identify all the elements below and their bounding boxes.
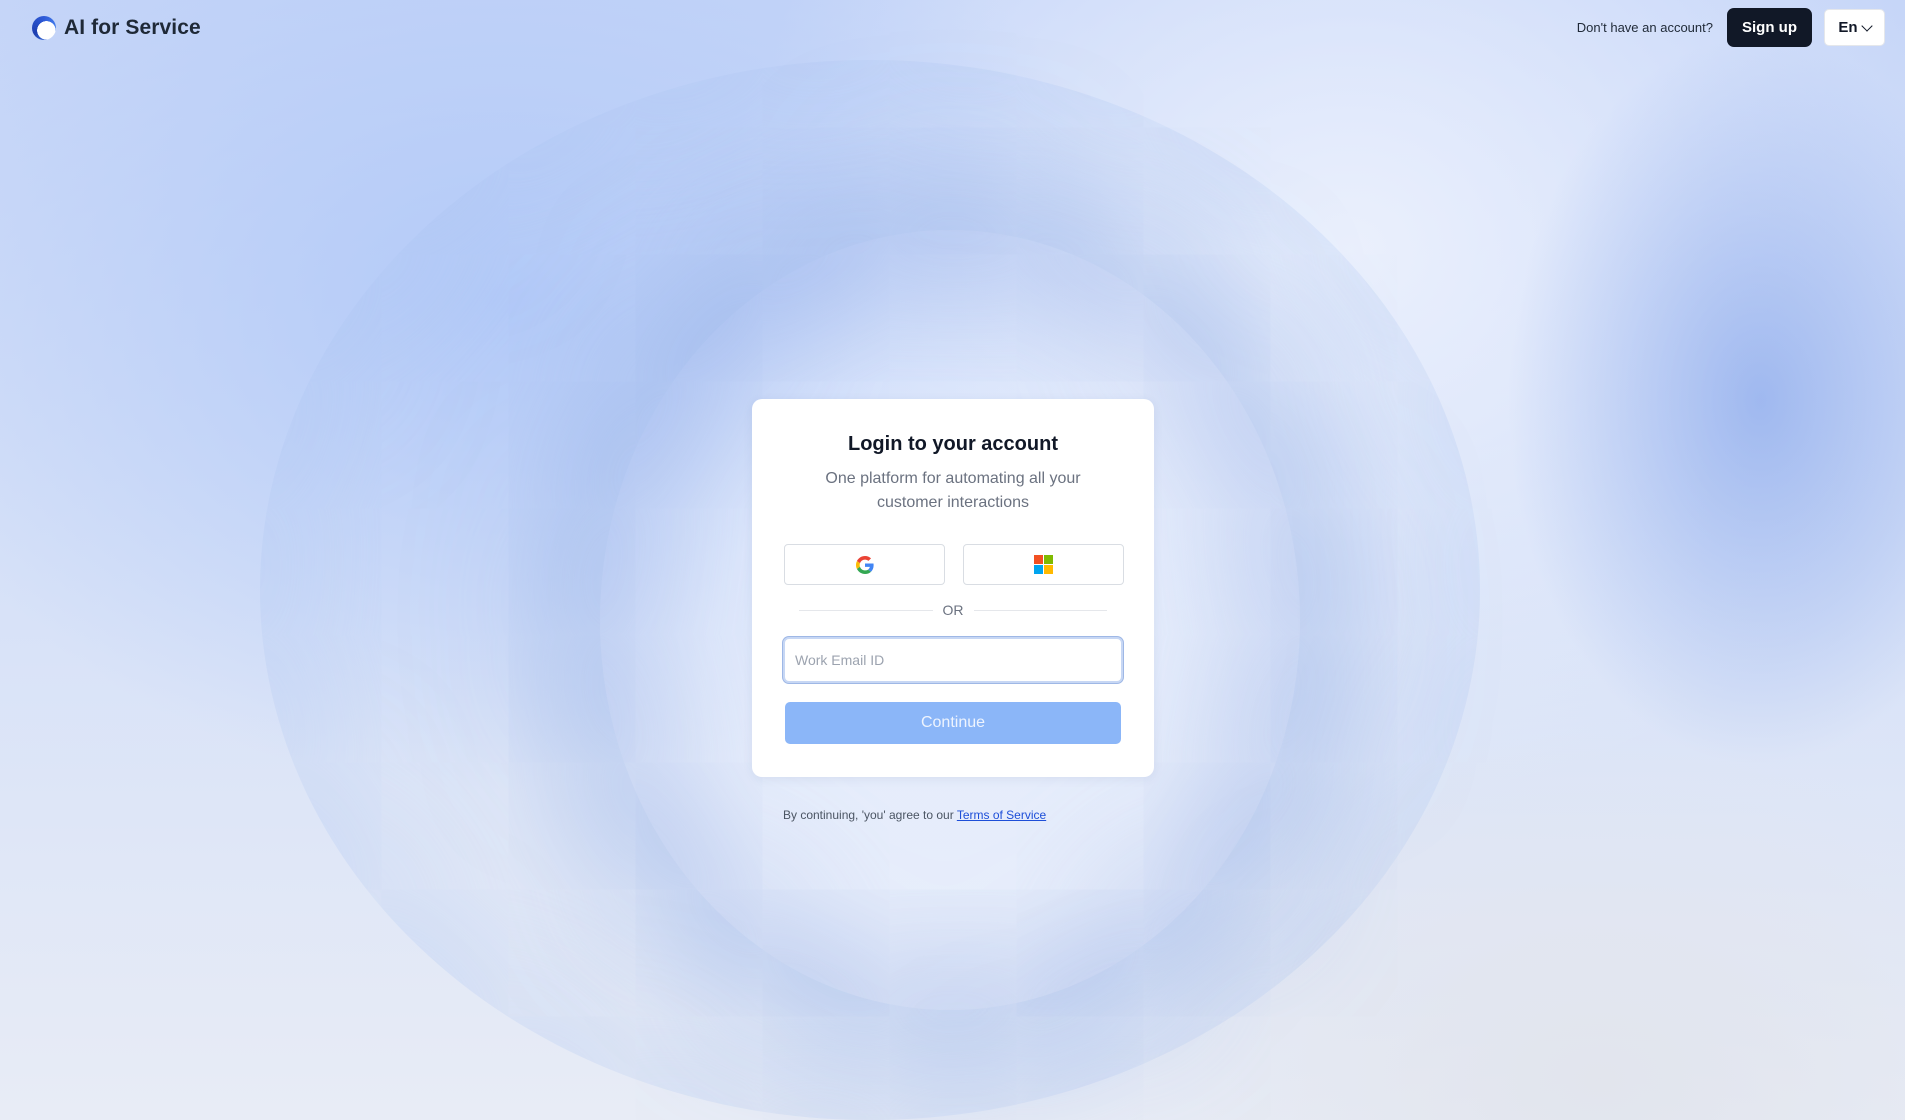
google-icon xyxy=(855,555,874,574)
divider-line-right xyxy=(973,609,1107,611)
or-divider: OR xyxy=(799,602,1107,618)
brand-name: AI for Service xyxy=(64,16,201,39)
continue-button[interactable]: Continue xyxy=(785,702,1121,744)
top-header: AI for Service Don't have an account? Si… xyxy=(0,0,1905,56)
brand-logo[interactable]: AI for Service xyxy=(32,16,201,40)
signup-button[interactable]: Sign up xyxy=(1727,8,1812,47)
terms-prefix: By continuing, 'you' agree to our xyxy=(783,808,954,822)
no-account-text: Don't have an account? xyxy=(1576,20,1713,35)
login-card: Login to your account One platform for a… xyxy=(752,399,1154,777)
language-selector[interactable]: En xyxy=(1824,9,1885,46)
login-subtitle: One platform for automating all your cus… xyxy=(825,470,1081,511)
login-title: Login to your account xyxy=(848,433,1058,455)
chevron-down-icon xyxy=(1860,19,1873,32)
header-actions: Don't have an account? Sign up En xyxy=(1577,8,1885,47)
brand-ring-icon xyxy=(32,16,56,40)
divider-text: OR xyxy=(942,602,964,618)
email-input[interactable] xyxy=(783,637,1123,683)
terms-notice: By continuing, 'you' agree to our Terms … xyxy=(783,808,1046,822)
language-label: En xyxy=(1838,19,1858,36)
sso-buttons xyxy=(784,544,1124,585)
terms-of-service-link[interactable]: Terms of Service xyxy=(957,808,1046,822)
microsoft-login-button[interactable] xyxy=(963,544,1124,585)
google-login-button[interactable] xyxy=(784,544,945,585)
microsoft-icon xyxy=(1034,555,1053,574)
divider-line-left xyxy=(799,609,933,611)
